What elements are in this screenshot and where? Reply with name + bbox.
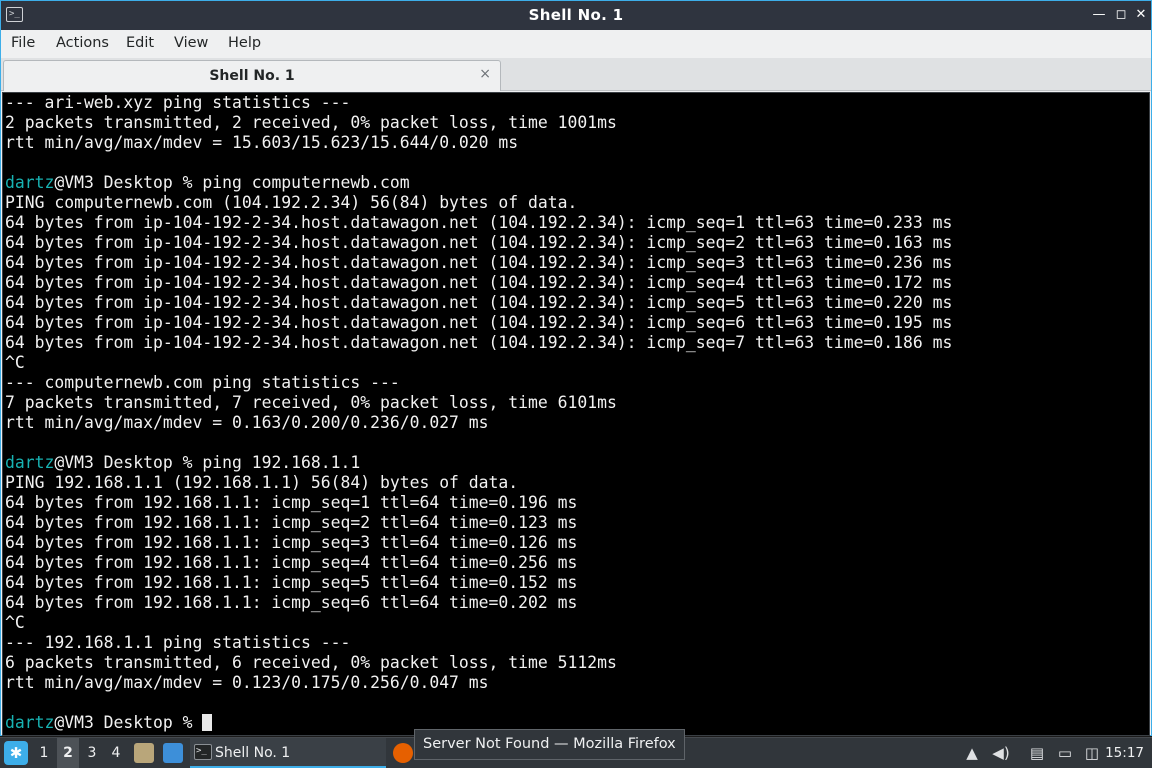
output-line: 2 packets transmitted, 2 received, 0% pa… bbox=[5, 113, 617, 132]
workspace-2[interactable]: 2 bbox=[57, 738, 79, 768]
prompt-user: dartz bbox=[5, 453, 55, 472]
terminal-window: >_ Shell No. 1 — ◻ ✕ File Actions Edit V… bbox=[0, 0, 1152, 736]
workspace-3[interactable]: 3 bbox=[81, 738, 103, 768]
tab-bar: Shell No. 1 × bbox=[1, 58, 1151, 91]
output-line: 64 bytes from 192.168.1.1: icmp_seq=5 tt… bbox=[5, 573, 578, 592]
output-line: --- 192.168.1.1 ping statistics --- bbox=[5, 633, 351, 652]
prompt-command: @VM3 Desktop % bbox=[54, 713, 203, 732]
output-line: 64 bytes from 192.168.1.1: icmp_seq=1 tt… bbox=[5, 493, 578, 512]
output-line: ^C bbox=[5, 613, 25, 632]
output-line: 64 bytes from ip-104-192-2-34.host.dataw… bbox=[5, 253, 953, 272]
terminal-output[interactable]: --- ari-web.xyz ping statistics --- 2 pac… bbox=[2, 92, 1150, 736]
upload-icon[interactable]: ▲ bbox=[962, 743, 982, 763]
output-line: --- computernewb.com ping statistics --- bbox=[5, 373, 400, 392]
output-line: --- ari-web.xyz ping statistics --- bbox=[5, 93, 351, 112]
output-line: rtt min/avg/max/mdev = 0.163/0.200/0.236… bbox=[5, 413, 489, 432]
output-line: 6 packets transmitted, 6 received, 0% pa… bbox=[5, 653, 617, 672]
output-line: PING computernewb.com (104.192.2.34) 56(… bbox=[5, 193, 578, 212]
output-line: rtt min/avg/max/mdev = 15.603/15.623/15.… bbox=[5, 133, 519, 152]
menu-file[interactable]: File bbox=[11, 35, 35, 51]
prompt-user: dartz bbox=[5, 713, 55, 732]
clock[interactable]: 15:17 bbox=[1105, 738, 1144, 768]
prompt-line: dartz@VM3 Desktop % ping 192.168.1.1 bbox=[5, 453, 952, 473]
output-line: 64 bytes from 192.168.1.1: icmp_seq=6 tt… bbox=[5, 593, 578, 612]
network-icon[interactable]: ▭ bbox=[1054, 743, 1076, 763]
task-label: Shell No. 1 bbox=[215, 745, 291, 761]
menu-bar: File Actions Edit View Help bbox=[1, 30, 1151, 58]
output-line: 64 bytes from ip-104-192-2-34.host.dataw… bbox=[5, 273, 953, 292]
text-cursor bbox=[202, 714, 213, 731]
menu-edit[interactable]: Edit bbox=[126, 35, 154, 51]
prompt-user: dartz bbox=[5, 173, 55, 192]
prompt-command: @VM3 Desktop % ping computernewb.com bbox=[54, 173, 410, 192]
prompt-line: dartz@VM3 Desktop % ping computernewb.co… bbox=[5, 173, 952, 193]
output-line: 7 packets transmitted, 7 received, 0% pa… bbox=[5, 393, 617, 412]
minimize-icon[interactable]: — bbox=[1088, 4, 1110, 26]
show-desktop-icon[interactable] bbox=[163, 743, 183, 763]
prompt-command: @VM3 Desktop % ping 192.168.1.1 bbox=[54, 453, 361, 472]
output-line: 64 bytes from 192.168.1.1: icmp_seq=2 tt… bbox=[5, 513, 578, 532]
tab-label: Shell No. 1 bbox=[209, 68, 295, 84]
output-line: rtt min/avg/max/mdev = 0.123/0.175/0.256… bbox=[5, 673, 489, 692]
title-bar[interactable]: >_ Shell No. 1 — ◻ ✕ bbox=[1, 1, 1151, 30]
output-line: ^C bbox=[5, 353, 25, 372]
maximize-icon[interactable]: ◻ bbox=[1110, 4, 1132, 26]
notifications-icon[interactable]: ◫ bbox=[1082, 743, 1102, 763]
window-title: Shell No. 1 bbox=[528, 6, 624, 24]
tab-shell-1[interactable]: Shell No. 1 × bbox=[3, 60, 501, 91]
output-line: 64 bytes from 192.168.1.1: icmp_seq=3 tt… bbox=[5, 533, 578, 552]
workspace-4[interactable]: 4 bbox=[105, 738, 127, 768]
menu-help[interactable]: Help bbox=[228, 35, 261, 51]
app-launcher-icon[interactable]: ✱ bbox=[4, 741, 28, 765]
clipboard-icon[interactable]: ▤ bbox=[1026, 743, 1048, 763]
output-line: PING 192.168.1.1 (192.168.1.1) 56(84) by… bbox=[5, 473, 519, 492]
output-line: 64 bytes from 192.168.1.1: icmp_seq=4 tt… bbox=[5, 553, 578, 572]
close-icon[interactable]: ✕ bbox=[1130, 4, 1152, 26]
file-manager-icon[interactable] bbox=[134, 743, 154, 763]
menu-actions[interactable]: Actions bbox=[56, 35, 109, 51]
terminal-lines: --- ari-web.xyz ping statistics --- 2 pac… bbox=[5, 93, 952, 733]
firefox-tooltip: Server Not Found — Mozilla Firefox bbox=[414, 729, 685, 760]
output-line: 64 bytes from ip-104-192-2-34.host.dataw… bbox=[5, 293, 953, 312]
task-shell-1[interactable]: >_ Shell No. 1 bbox=[190, 738, 386, 768]
menu-view[interactable]: View bbox=[174, 35, 208, 51]
output-line: 64 bytes from ip-104-192-2-34.host.dataw… bbox=[5, 233, 953, 252]
workspace-1[interactable]: 1 bbox=[33, 738, 55, 768]
output-line: 64 bytes from ip-104-192-2-34.host.dataw… bbox=[5, 333, 953, 352]
terminal-icon: >_ bbox=[194, 744, 212, 760]
volume-icon[interactable]: ◀) bbox=[990, 743, 1012, 763]
output-line: 64 bytes from ip-104-192-2-34.host.dataw… bbox=[5, 213, 953, 232]
tab-close-icon[interactable]: × bbox=[479, 66, 491, 82]
output-line: 64 bytes from ip-104-192-2-34.host.dataw… bbox=[5, 313, 953, 332]
firefox-icon[interactable] bbox=[393, 743, 413, 763]
